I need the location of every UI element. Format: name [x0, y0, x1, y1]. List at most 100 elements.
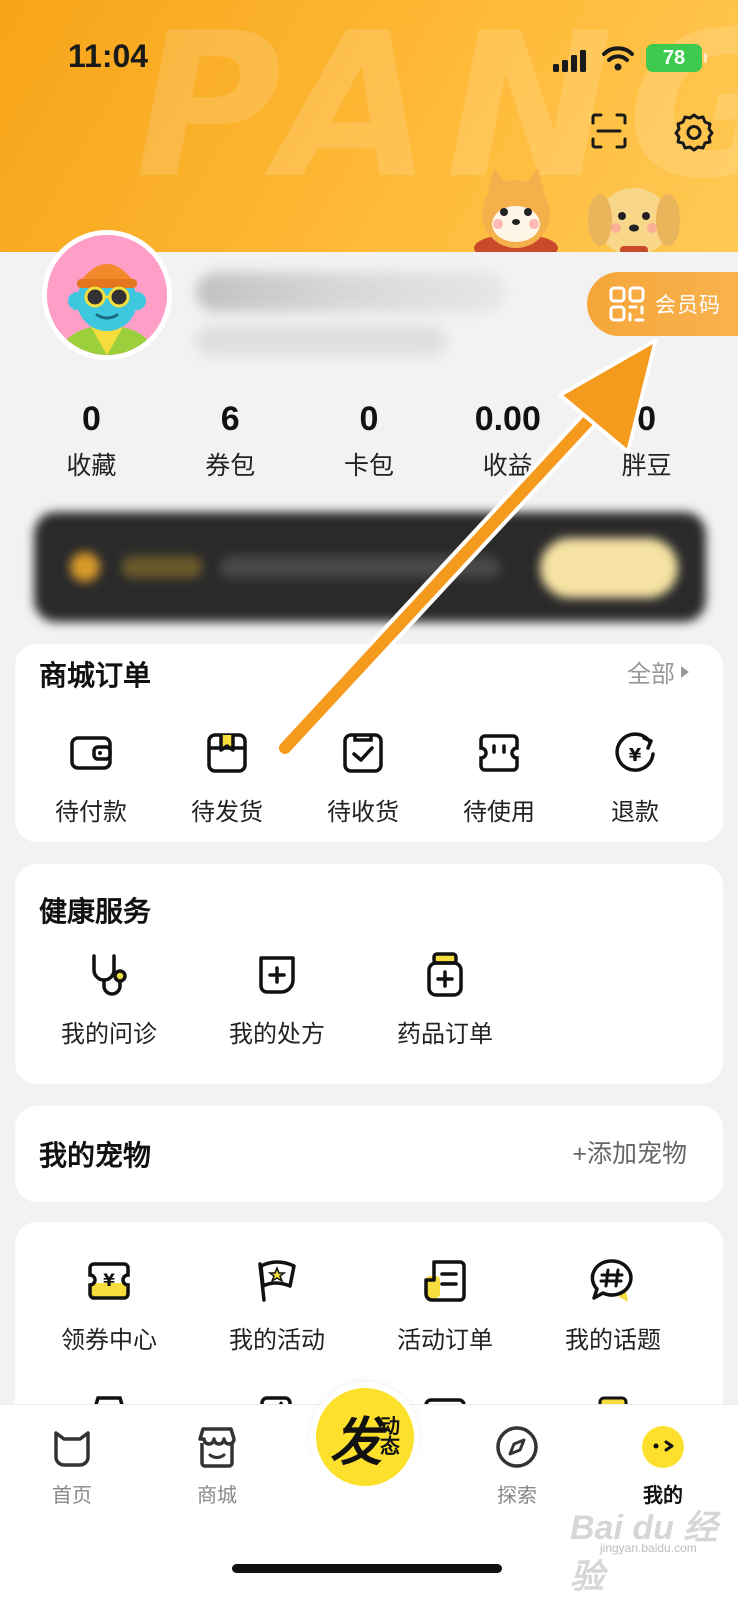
profile-header: PANG 11:04 78	[0, 0, 738, 252]
shiba-mascot-illustration	[474, 168, 558, 252]
stat-cards[interactable]: 0 卡包	[300, 400, 439, 490]
stat-label: 收益	[482, 452, 533, 480]
wifi-icon	[602, 46, 634, 71]
tool-item-label: 活动订单	[397, 1327, 493, 1354]
medicine-bottle-icon	[427, 952, 463, 997]
my-pets-card: 我的宠物 +添加宠物	[15, 1106, 723, 1202]
mall-orders-card: 商城订单 全部 待付款 待发货 待收货 待使用 ¥ 退款	[15, 644, 723, 842]
medicine-orders[interactable]: 药品订单	[361, 950, 529, 1049]
stat-label: 卡包	[343, 452, 394, 480]
add-pet-button[interactable]: +添加宠物	[572, 1134, 687, 1170]
store-icon	[198, 1427, 236, 1468]
membership-banner-redacted[interactable]	[34, 512, 706, 622]
scan-icon[interactable]	[590, 112, 628, 150]
svg-text:¥: ¥	[629, 745, 642, 766]
gear-icon[interactable]	[674, 112, 714, 152]
tool-item-label: 我的话题	[565, 1327, 661, 1354]
activity-orders[interactable]: 活动订单	[361, 1256, 529, 1355]
all-orders-link[interactable]: 全部	[627, 654, 689, 689]
tab-mall[interactable]: 商城	[172, 1423, 262, 1508]
stat-value: 0	[637, 400, 657, 438]
coupon-icon: ¥	[88, 1262, 130, 1300]
tab-mine[interactable]: 我的	[618, 1423, 708, 1508]
banner-text-redacted	[122, 556, 202, 578]
stat-value: 0	[359, 400, 379, 438]
stat-value: 6	[220, 400, 240, 438]
order-item-label: 待付款	[55, 799, 127, 826]
post-moment-button[interactable]: 发 动 态	[310, 1382, 420, 1492]
stat-coupons[interactable]: 6 券包	[161, 400, 300, 490]
stat-label: 胖豆	[621, 452, 672, 480]
stat-value: 0.00	[474, 400, 541, 438]
coupon-center[interactable]: ¥ 领券中心	[25, 1256, 193, 1355]
status-time: 11:04	[68, 38, 149, 74]
my-consultations[interactable]: 我的问诊	[25, 950, 193, 1049]
my-topics[interactable]: 我的话题	[529, 1256, 697, 1355]
chevron-right-icon	[681, 665, 689, 678]
stat-pang-beans[interactable]: 0 胖豆	[577, 400, 716, 490]
health-item-label: 我的问诊	[61, 1021, 157, 1048]
watermark-url: jingyan.baidu.com	[600, 1541, 697, 1555]
ticket-icon	[479, 734, 519, 772]
home-indicator	[232, 1564, 502, 1573]
my-prescriptions[interactable]: 我的处方	[193, 950, 361, 1049]
tab-label: 首页	[52, 1485, 92, 1507]
tab-label: 商城	[197, 1485, 237, 1507]
svg-text:¥: ¥	[103, 1271, 115, 1291]
health-item-label: 药品订单	[397, 1021, 493, 1048]
receive-icon	[343, 733, 383, 773]
tab-home[interactable]: 首页	[27, 1423, 117, 1508]
health-services-card: 健康服务 我的问诊 我的处方 药品订单	[15, 864, 723, 1084]
my-activities[interactable]: 我的活动	[193, 1256, 361, 1355]
user-id-redacted	[196, 326, 446, 356]
stats-row: 0 收藏 6 券包 0 卡包 0.00 收益 0 胖豆	[22, 400, 716, 490]
tool-item-label: 领券中心	[61, 1327, 157, 1354]
card-title: 商城订单	[39, 660, 152, 691]
banner-coin-icon	[70, 552, 100, 582]
banner-subtext-redacted	[220, 556, 500, 578]
member-code-label: 会员码	[655, 294, 721, 317]
order-item-label: 待收货	[327, 799, 399, 826]
post-button-small-char: 动	[380, 1416, 400, 1438]
stat-favorites[interactable]: 0 收藏	[22, 400, 161, 490]
order-item-label: 待使用	[463, 799, 535, 826]
package-icon	[207, 733, 247, 773]
cat-face-icon	[54, 1431, 90, 1467]
wallet-icon	[70, 736, 112, 770]
stat-value: 0	[81, 400, 101, 438]
order-refund[interactable]: ¥ 退款	[567, 728, 703, 827]
prescription-icon	[259, 956, 295, 994]
order-item-label: 待发货	[191, 799, 263, 826]
stat-label: 收藏	[66, 452, 117, 480]
smile-face-icon	[642, 1426, 684, 1468]
stat-label: 券包	[205, 452, 256, 480]
all-orders-label: 全部	[627, 661, 675, 688]
stethoscope-icon	[92, 954, 127, 996]
topic-icon	[590, 1259, 633, 1302]
compass-icon	[496, 1426, 538, 1468]
card-title: 我的宠物	[39, 1140, 152, 1171]
member-code-button[interactable]: 会员码	[587, 272, 738, 336]
stat-earnings[interactable]: 0.00 收益	[438, 400, 577, 490]
flag-icon	[258, 1260, 296, 1302]
monkey-avatar-illustration	[47, 235, 167, 355]
qr-code-icon	[609, 286, 645, 322]
tab-explore[interactable]: 探索	[472, 1423, 562, 1508]
avatar[interactable]	[42, 230, 172, 360]
card-title: 健康服务	[39, 896, 152, 927]
tab-label: 探索	[497, 1485, 537, 1507]
dog-mascot-illustration	[588, 188, 680, 252]
order-to-use[interactable]: 待使用	[431, 728, 567, 827]
tool-item-label: 我的活动	[229, 1327, 325, 1354]
post-button-small-char: 态	[380, 1436, 400, 1458]
health-item-label: 我的处方	[229, 1021, 325, 1048]
post-button-big-char: 发	[329, 1413, 382, 1472]
order-pending-shipment[interactable]: 待发货	[159, 728, 295, 827]
activity-order-icon	[424, 1260, 466, 1302]
banner-action-button[interactable]	[540, 538, 678, 598]
order-item-label: 退款	[611, 799, 659, 826]
order-pending-payment[interactable]: 待付款	[23, 728, 159, 827]
order-pending-receipt[interactable]: 待收货	[295, 728, 431, 827]
refund-icon: ¥	[615, 732, 655, 772]
cellular-signal-icon	[553, 50, 586, 72]
